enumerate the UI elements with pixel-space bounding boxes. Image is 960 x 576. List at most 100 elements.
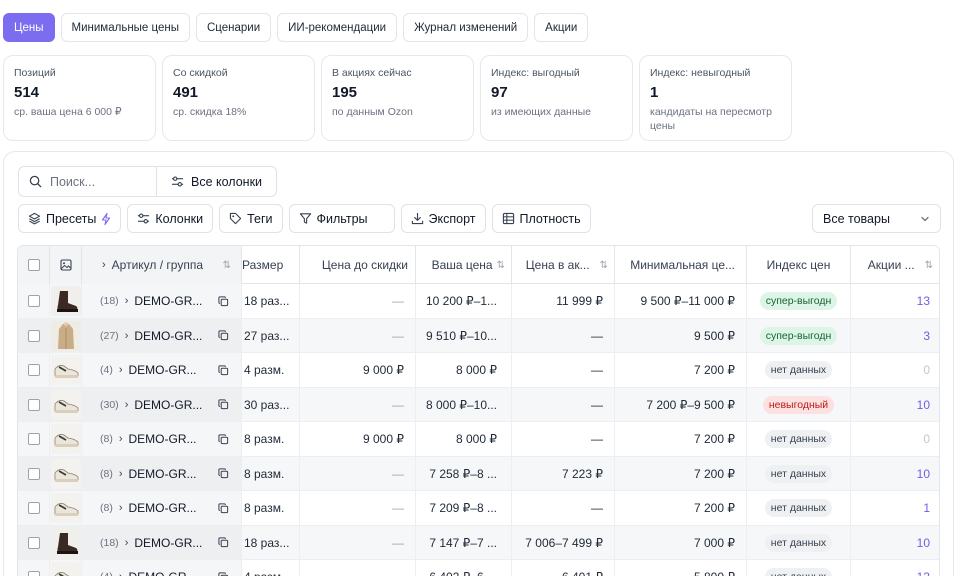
expand-chevron-icon[interactable]: › (125, 399, 129, 411)
your-price-cell[interactable]: 7 209 ₽–8 ... (416, 491, 512, 525)
product-thumbnail[interactable] (50, 286, 81, 316)
header-your-price[interactable]: Ваша цена ⇅ (416, 246, 512, 284)
table-row[interactable]: (8) › DEMO-GR... 8 разм. — 7 209 ₽–8 ...… (18, 491, 939, 526)
promos-cell[interactable]: 0 (851, 422, 939, 456)
row-select-cell[interactable] (18, 560, 50, 576)
copy-icon[interactable] (218, 434, 229, 445)
search-input[interactable]: Поиск... (18, 166, 157, 197)
all-columns-button[interactable]: Все колонки (157, 166, 278, 197)
expand-chevron-icon[interactable]: › (119, 502, 123, 514)
promos-count[interactable]: 3 (923, 329, 930, 343)
promos-count[interactable]: 13 (917, 294, 930, 308)
row-select-cell[interactable] (18, 491, 50, 525)
promos-cell[interactable]: 1 (851, 491, 939, 525)
product-thumbnail[interactable] (50, 458, 81, 489)
promos-count[interactable]: 10 (917, 398, 930, 412)
expand-chevron-icon[interactable]: › (125, 537, 129, 549)
row-checkbox[interactable] (27, 536, 40, 549)
product-thumbnail[interactable] (50, 389, 81, 420)
min-price-cell[interactable]: 7 200 ₽ (615, 456, 747, 491)
tab-min-prices[interactable]: Минимальные цены (60, 13, 190, 42)
row-checkbox[interactable] (27, 329, 40, 342)
min-price-cell[interactable]: 9 500 ₽–11 000 ₽ (615, 284, 747, 318)
header-min-price[interactable]: Минимальная це... (615, 246, 747, 284)
promos-count[interactable]: 1 (923, 501, 930, 515)
sort-icon[interactable]: ⇅ (223, 260, 231, 271)
tab-change-log[interactable]: Журнал изменений (403, 13, 529, 42)
export-button[interactable]: Экспорт (400, 204, 486, 233)
presets-button[interactable]: Пресеты (18, 204, 122, 233)
promos-count[interactable]: 10 (917, 536, 930, 550)
table-row[interactable]: (27) › DEMO-GR... 27 раз... — 9 510 ₽–10… (18, 318, 939, 353)
promos-count[interactable]: 10 (917, 467, 930, 481)
sort-icon[interactable]: ⇅ (925, 260, 933, 271)
table-row[interactable]: (8) › DEMO-GR... 8 разм. 9 000 ₽ 8 000 ₽… (18, 422, 939, 457)
tab-promotions[interactable]: Акции (534, 13, 589, 42)
row-select-cell[interactable] (18, 284, 50, 318)
row-checkbox[interactable] (27, 364, 40, 376)
copy-icon[interactable] (218, 503, 229, 514)
row-checkbox[interactable] (27, 295, 40, 307)
product-scope-select[interactable]: Все товары (812, 204, 941, 233)
copy-icon[interactable] (218, 468, 229, 479)
min-price-cell[interactable]: 7 200 ₽ (615, 353, 747, 387)
copy-icon[interactable] (218, 399, 229, 410)
tab-ai-recommendations[interactable]: ИИ-рекомендации (277, 13, 398, 42)
expand-chevron-icon[interactable]: › (125, 295, 129, 307)
table-row[interactable]: (4) › DEMO-GR... 4 разм. 9 000 ₽ 8 000 ₽… (18, 353, 939, 388)
expand-chevron-icon[interactable]: › (119, 364, 123, 376)
promos-cell[interactable]: 0 (851, 353, 939, 387)
columns-button[interactable]: Колонки (127, 204, 214, 233)
table-row[interactable]: (18) › DEMO-GR... 18 раз... — 10 200 ₽–1… (18, 284, 939, 319)
copy-icon[interactable] (218, 537, 229, 548)
copy-icon[interactable] (218, 330, 229, 341)
filters-button[interactable]: Фильтры (288, 204, 395, 233)
header-promos[interactable]: Акции ... ⇅ (851, 246, 939, 284)
row-checkbox[interactable] (27, 467, 40, 480)
promos-count[interactable]: 0 (923, 432, 930, 446)
row-checkbox[interactable] (27, 433, 40, 445)
select-all-checkbox[interactable] (27, 259, 40, 271)
sort-icon[interactable]: ⇅ (497, 260, 505, 271)
product-thumbnail[interactable] (50, 527, 81, 558)
tab-scenarios[interactable]: Сценарии (196, 13, 272, 42)
promos-count[interactable]: 0 (923, 363, 930, 377)
min-price-cell[interactable]: 7 200 ₽ (615, 422, 747, 456)
row-checkbox[interactable] (27, 502, 40, 514)
expand-chevron-icon[interactable]: › (125, 330, 129, 342)
table-row[interactable]: (18) › DEMO-GR... 18 раз... — 7 147 ₽–7 … (18, 525, 939, 560)
min-price-cell[interactable]: 7 200 ₽–9 500 ₽ (615, 387, 747, 422)
table-row[interactable]: (30) › DEMO-GR... 30 раз... — 8 000 ₽–10… (18, 387, 939, 422)
row-select-cell[interactable] (18, 353, 50, 387)
header-size[interactable]: Размер (242, 246, 300, 284)
row-checkbox[interactable] (27, 571, 40, 576)
table-row[interactable]: (4) › DEMO-GR... 4 разм. — 6 402 ₽–6 ...… (18, 560, 939, 576)
row-select-cell[interactable] (18, 456, 50, 491)
expand-chevron-icon[interactable]: › (119, 468, 123, 480)
copy-icon[interactable] (218, 572, 229, 576)
tab-prices[interactable]: Цены (3, 13, 55, 42)
row-select-cell[interactable] (18, 422, 50, 456)
promos-cell[interactable]: 13 (851, 284, 939, 318)
expand-chevron-icon[interactable]: › (119, 433, 123, 445)
density-button[interactable]: Плотность (491, 204, 591, 233)
your-price-cell[interactable]: 8 000 ₽ (416, 353, 512, 387)
your-price-cell[interactable]: 7 258 ₽–8 ... (416, 456, 512, 491)
product-thumbnail[interactable] (50, 562, 81, 576)
table-row[interactable]: (8) › DEMO-GR... 8 разм. — 7 258 ₽–8 ...… (18, 456, 939, 491)
row-checkbox[interactable] (27, 398, 40, 411)
copy-icon[interactable] (218, 365, 229, 376)
copy-icon[interactable] (218, 296, 229, 307)
your-price-cell[interactable]: 6 402 ₽–6 ... (416, 560, 512, 576)
your-price-cell[interactable]: 8 000 ₽–10... (416, 387, 512, 422)
product-thumbnail[interactable] (50, 424, 81, 454)
expand-chevron-icon[interactable]: › (119, 571, 123, 576)
header-promo-price[interactable]: Цена в ак... ⇅ (512, 246, 615, 284)
your-price-cell[interactable]: 7 147 ₽–7 ... (416, 525, 512, 560)
promos-cell[interactable]: 3 (851, 319, 939, 353)
your-price-cell[interactable]: 9 510 ₽–10... (416, 318, 512, 353)
your-price-cell[interactable]: 8 000 ₽ (416, 422, 512, 456)
promos-cell[interactable]: 10 (851, 526, 939, 560)
min-price-cell[interactable]: 5 800 ₽ (615, 560, 747, 576)
product-thumbnail[interactable] (50, 355, 81, 385)
